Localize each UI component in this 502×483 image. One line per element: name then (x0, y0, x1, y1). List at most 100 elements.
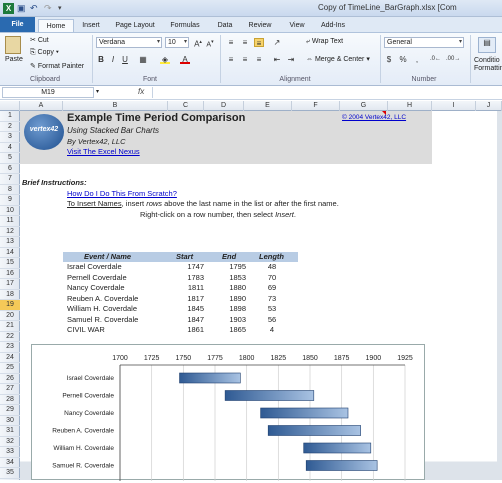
column-header-c[interactable]: C (168, 101, 204, 111)
row-header-8[interactable]: 8 (0, 185, 20, 195)
row-header-15[interactable]: 15 (0, 258, 20, 269)
cut-button[interactable]: ✂ Cut (30, 36, 49, 44)
column-header-d[interactable]: D (204, 101, 244, 111)
insert-names-link[interactable]: To Insert Names (67, 199, 122, 208)
row-header-3[interactable]: 3 (0, 132, 20, 143)
font-color-icon[interactable]: A (180, 55, 190, 64)
column-header-e[interactable]: E (244, 101, 292, 111)
row-header-18[interactable]: 18 (0, 290, 20, 300)
row-header-9[interactable]: 9 (0, 195, 20, 206)
shrink-font-icon[interactable]: A▾ (205, 38, 215, 48)
length-cell[interactable]: 4 (260, 325, 284, 336)
font-name-select[interactable]: Verdana (96, 37, 162, 48)
row-header-17[interactable]: 17 (0, 279, 20, 290)
end-cell[interactable]: 1903 (214, 315, 246, 326)
orientation-icon[interactable]: ↗ (272, 38, 282, 47)
border-icon[interactable]: ▦ (138, 55, 148, 64)
tab-add-ins[interactable]: Add-Ins (316, 19, 350, 32)
percent-icon[interactable]: % (398, 55, 408, 64)
row-header-6[interactable]: 6 (0, 164, 20, 174)
copyright-link[interactable]: © 2004 Vertex42, LLC (342, 114, 406, 121)
row-header-23[interactable]: 23 (0, 342, 20, 353)
select-all-corner[interactable] (0, 101, 20, 111)
end-cell[interactable]: 1853 (214, 273, 246, 284)
row-header-5[interactable]: 5 (0, 153, 20, 164)
row-header-26[interactable]: 26 (0, 374, 20, 384)
row-header-7[interactable]: 7 (0, 174, 20, 185)
column-header-a[interactable]: A (20, 101, 63, 111)
row-header-10[interactable]: 10 (0, 206, 20, 216)
column-header-j[interactable]: J (476, 101, 502, 111)
align-middle-icon[interactable]: ≡ (240, 38, 250, 47)
row-header-25[interactable]: 25 (0, 363, 20, 374)
copy-button[interactable]: ⎘ Copy ▾ (30, 49, 59, 57)
align-top-icon[interactable]: ≡ (226, 38, 236, 47)
row-header-24[interactable]: 24 (0, 353, 20, 363)
align-left-icon[interactable]: ≡ (226, 55, 236, 64)
column-header-g[interactable]: G (340, 101, 388, 111)
row-header-4[interactable]: 4 (0, 143, 20, 153)
row-header-11[interactable]: 11 (0, 216, 20, 227)
fill-color-icon[interactable]: ◈ (160, 55, 170, 64)
format-painter-button[interactable]: ✎ Format Painter (30, 62, 84, 70)
align-right-icon[interactable]: ≡ (254, 55, 264, 64)
length-cell[interactable]: 73 (260, 294, 284, 305)
redo-icon[interactable]: ↷ (44, 3, 55, 14)
grow-font-icon[interactable]: A▴ (193, 38, 203, 49)
tab-formulas[interactable]: Formulas (166, 19, 204, 32)
save-icon[interactable]: ▣ (17, 3, 28, 14)
tab-page-layout[interactable]: Page Layout (112, 19, 158, 32)
length-cell[interactable]: 48 (260, 262, 284, 273)
event-name-cell[interactable]: Samuel R. Coverdale (67, 315, 138, 326)
row-header-34[interactable]: 34 (0, 458, 20, 468)
row-header-31[interactable]: 31 (0, 426, 20, 437)
paste-icon[interactable] (5, 36, 21, 54)
row-header-32[interactable]: 32 (0, 437, 20, 447)
namebox-dropdown-icon[interactable]: ▾ (96, 88, 99, 95)
length-cell[interactable]: 53 (260, 304, 284, 315)
increase-indent-icon[interactable]: ⇥ (286, 55, 296, 64)
row-header-20[interactable]: 20 (0, 311, 20, 321)
tab-home[interactable]: Home (38, 19, 74, 32)
row-header-2[interactable]: 2 (0, 122, 20, 132)
event-name-cell[interactable]: CIVIL WAR (67, 325, 105, 336)
column-header-b[interactable]: B (63, 101, 168, 111)
row-header-29[interactable]: 29 (0, 405, 20, 416)
row-header-22[interactable]: 22 (0, 332, 20, 342)
end-cell[interactable]: 1898 (214, 304, 246, 315)
start-cell[interactable]: 1783 (170, 273, 204, 284)
row-header-13[interactable]: 13 (0, 237, 20, 248)
row-header-27[interactable]: 27 (0, 384, 20, 395)
start-cell[interactable]: 1847 (170, 315, 204, 326)
column-header-f[interactable]: F (292, 101, 340, 111)
column-header-h[interactable]: H (388, 101, 432, 111)
fx-icon[interactable]: fx (138, 87, 144, 96)
length-cell[interactable]: 56 (260, 315, 284, 326)
end-cell[interactable]: 1795 (214, 262, 246, 273)
howto-link[interactable]: How Do I Do This From Scratch? (67, 189, 177, 198)
bold-icon[interactable]: B (96, 55, 106, 64)
tab-view[interactable]: View (284, 19, 310, 32)
event-name-cell[interactable]: Reuben A. Coverdale (67, 294, 138, 305)
italic-icon[interactable]: I (108, 55, 118, 64)
row-header-30[interactable]: 30 (0, 416, 20, 426)
name-box[interactable]: M19 (2, 87, 94, 98)
start-cell[interactable]: 1845 (170, 304, 204, 315)
wrap-text-button[interactable]: ⤶ Wrap Text (306, 38, 343, 46)
excel-nexus-link[interactable]: Visit The Excel Nexus (67, 147, 140, 156)
row-header-33[interactable]: 33 (0, 447, 20, 458)
start-cell[interactable]: 1861 (170, 325, 204, 336)
paste-button[interactable]: Paste (5, 56, 23, 63)
row-header-12[interactable]: 12 (0, 227, 20, 237)
decrease-decimal-icon[interactable]: .00→ (446, 55, 460, 64)
start-cell[interactable]: 1817 (170, 294, 204, 305)
conditional-formatting-icon[interactable]: ▤ (478, 37, 496, 53)
font-size-select[interactable]: 10 (165, 37, 189, 48)
row-header-19[interactable]: 19 (0, 300, 20, 311)
tab-file[interactable]: File (0, 17, 35, 32)
row-header-28[interactable]: 28 (0, 395, 20, 405)
underline-icon[interactable]: U (120, 55, 130, 64)
row-header-14[interactable]: 14 (0, 248, 20, 258)
event-name-cell[interactable]: Israel Coverdale (67, 262, 122, 273)
decrease-indent-icon[interactable]: ⇤ (272, 55, 282, 64)
